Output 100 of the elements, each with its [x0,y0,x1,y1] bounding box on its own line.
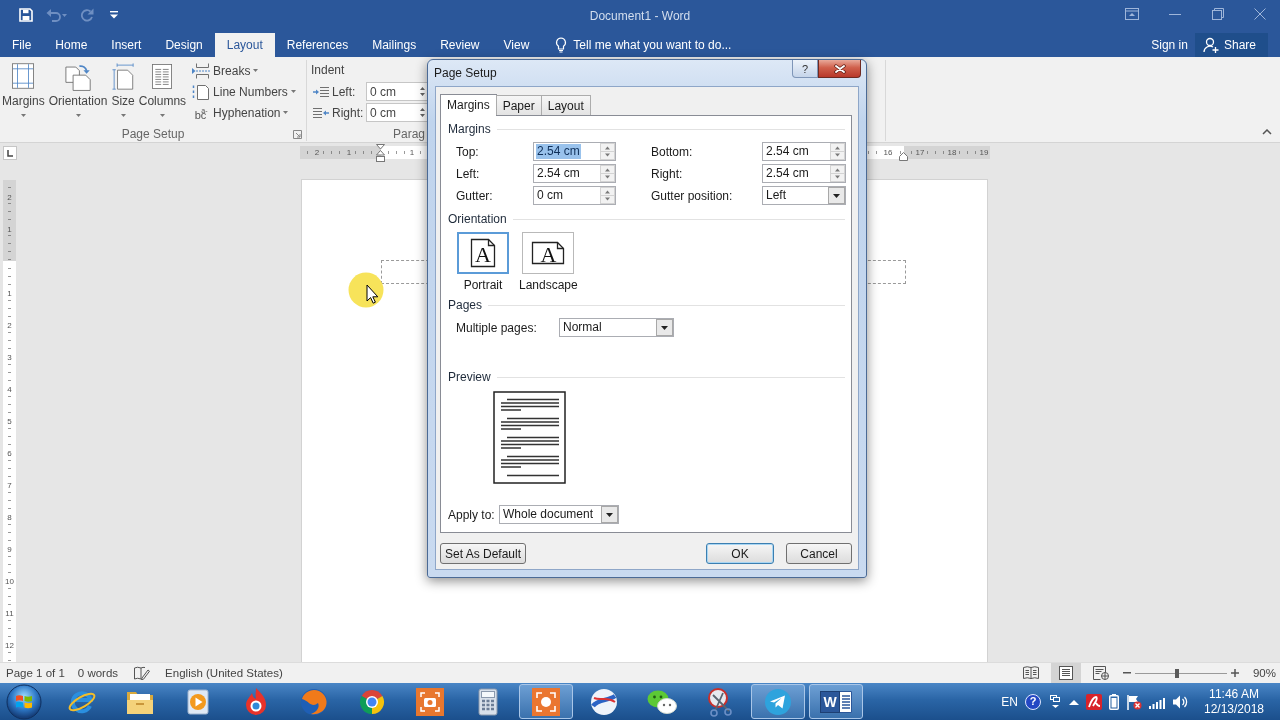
taskbar-button[interactable] [519,684,573,719]
dialog-tab[interactable]: Margins [440,94,497,116]
spin-field[interactable]: 2.54 cm [762,164,846,183]
ribbon-button[interactable]: Orientation [46,60,110,117]
indent-field[interactable]: 0 cm [366,103,428,122]
sign-in-link[interactable]: Sign in [1151,33,1188,57]
close-button[interactable] [818,60,861,78]
clock-time[interactable]: 11:46 AM [1209,686,1259,702]
indent-field[interactable]: 0 cm [366,82,428,101]
customize-icon[interactable] [110,10,118,19]
dialog-button[interactable]: Set As Default [440,543,527,564]
ribbon-display-icon[interactable] [1124,8,1139,20]
share-button[interactable]: Share [1194,33,1268,57]
collapse-ribbon-icon[interactable] [1262,129,1272,135]
option-label: Portrait [463,279,503,292]
clock-date[interactable]: 12/13/2018 [1203,701,1265,717]
ribbon-tab[interactable]: Mailings [360,33,429,57]
camera-icon[interactable] [415,686,445,717]
spinner-icon[interactable] [830,143,845,160]
dropdown-field[interactable]: Normal [559,318,674,337]
ribbon-button[interactable]: Breaks [192,60,296,81]
dropdown-field[interactable]: Left [762,186,846,205]
taskbar-button[interactable] [751,684,805,719]
tab-stop-icon[interactable] [3,146,17,160]
spinner-icon[interactable] [600,187,615,204]
read-mode-icon[interactable] [1022,666,1039,680]
help-button[interactable]: ? [792,60,818,78]
view-button[interactable] [1050,663,1081,683]
spinner-icon[interactable] [600,165,615,182]
spinner-icon[interactable] [830,165,845,182]
word-count[interactable]: 0 words [77,667,119,679]
dialog-tab[interactable]: Paper [495,95,542,115]
spin-field[interactable]: 2.54 cm [762,142,846,161]
close-icon[interactable] [1253,8,1266,20]
slider-thumb[interactable] [1175,668,1180,678]
section-label: Pages [448,298,483,312]
ribbon-tab[interactable]: Insert [99,33,154,57]
tell-me-field[interactable]: Tell me what you want to do... [573,33,774,57]
swoosh-tile-icon[interactable] [1086,693,1102,710]
ribbon-tab[interactable]: Review [428,33,492,57]
field-label: Right: [332,105,365,120]
taskbar-button[interactable]: W [809,684,863,719]
language-label[interactable]: English (United States) [165,667,283,679]
group-label: Page Setup [121,127,185,141]
field-label: Multiple pages: [456,320,538,335]
book-pen-icon[interactable] [134,666,151,680]
dialog-button[interactable]: Cancel [786,543,852,564]
help-icon[interactable]: ? [1025,693,1041,710]
ribbon-tab[interactable]: References [274,33,361,57]
caret-icon [290,90,296,93]
ribbon-tab[interactable]: Home [43,33,100,57]
ribbon-button[interactable]: Size [109,60,137,117]
ribbon-button[interactable]: Margins [0,60,47,117]
triangle-up-icon[interactable] [1069,698,1079,705]
ribbon-tab[interactable]: Design [153,33,215,57]
speaker-icon[interactable] [1172,693,1188,710]
ribbon-button[interactable]: Line Numbers [192,81,296,102]
close-icon [833,63,846,74]
spin-field[interactable]: 0 cm [533,186,616,205]
indent-left-icon [313,85,329,98]
restore-icon[interactable] [1211,8,1224,20]
field-label: Gutter position: [651,188,734,203]
scissors-icon[interactable] [705,686,735,717]
ribbon-button[interactable]: Columns [136,60,189,117]
spin-field[interactable]: 2.54 cm [533,164,616,183]
sphere-icon[interactable] [589,686,619,717]
zoom-in-icon[interactable] [1230,669,1239,677]
spin-field[interactable]: 2.54 cm [533,142,616,161]
globe-icon[interactable] [299,686,329,717]
web-layout-icon[interactable] [1092,666,1109,680]
dialog-tab[interactable]: Layout [540,95,591,115]
ribbon-tab[interactable]: File [0,33,44,57]
ribbon-tab[interactable]: View [491,33,542,57]
language-indicator[interactable]: EN [1001,694,1018,709]
section-label: Orientation [448,212,507,226]
page-margins-icon [12,63,35,89]
dialog-button[interactable]: OK [706,543,774,564]
start-orb-icon[interactable] [6,683,42,720]
flag-alert-icon[interactable] [1126,693,1142,710]
indent-marker-icon[interactable] [376,144,385,162]
spinner-icon[interactable] [600,143,615,160]
page-count[interactable]: Page 1 of 1 [6,667,65,679]
dropdown-field[interactable]: Whole document [499,505,619,524]
ruler-number: 9 [6,544,13,554]
dialog-launcher-icon[interactable] [293,129,302,139]
caret-icon [253,69,259,72]
orientation-option[interactable]: A [522,232,575,274]
ribbon-tab[interactable]: Layout [214,33,275,57]
ruler-number: 3 [6,352,13,362]
ribbon-button[interactable]: bc$^{a-}$ Hyphenation [192,102,296,123]
record-icon [531,686,561,717]
ruler-number: 1 [6,224,13,234]
option-label: Landscape [519,279,578,292]
right-indent-marker-icon[interactable] [899,152,908,161]
battery-icon[interactable] [1109,693,1119,710]
minimize-icon[interactable] [1168,13,1181,15]
save-icon[interactable] [19,7,33,22]
overlapping-windows-icon[interactable] [1048,693,1062,710]
zoom-level[interactable]: 90% [1252,667,1276,679]
orientation-option[interactable]: A [457,232,509,274]
